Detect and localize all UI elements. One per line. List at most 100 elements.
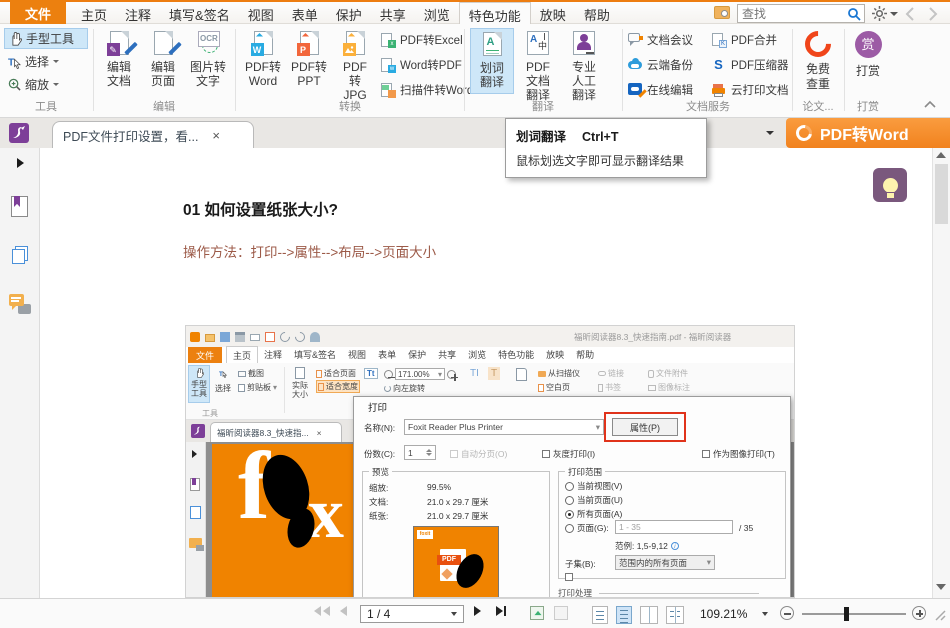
pdf-merge-button[interactable]: K PDF合并 [712, 30, 777, 50]
tab-fill-sign[interactable]: 填写&签名 [160, 2, 239, 23]
search-input[interactable] [742, 6, 842, 21]
tab-slideshow[interactable]: 放映 [531, 2, 575, 23]
file-menu-button[interactable]: 文件 [10, 0, 66, 26]
shot-printer-select: Foxit Reader Plus Printer▾ [404, 419, 604, 435]
service-group-label: 文档服务 [626, 98, 790, 114]
tab-browse[interactable]: 浏览 [415, 2, 459, 23]
ocr-label: 图片转文字 [190, 60, 226, 88]
comments-panel-icon[interactable] [9, 294, 31, 314]
foxit-logo-icon[interactable] [9, 123, 29, 143]
shot-preview-group: 预览 缩放: 99.5% 文档: 21.0 x 29.7 厘米 纸张: 21.0… [362, 471, 550, 598]
online-edit-label: 在线编辑 [647, 82, 693, 98]
zoom-level-value[interactable]: 109.21% [700, 607, 747, 621]
vertical-scrollbar[interactable] [932, 148, 950, 598]
pdf-compress-button[interactable]: S PDF压缩器 [712, 55, 789, 75]
shot-radio-current-view: 当前视图(V) [565, 480, 622, 492]
first-page-button[interactable] [314, 606, 330, 616]
doc-translate-icon: A中 [527, 31, 549, 55]
edit-document-button[interactable]: ✎ 编辑文档 [97, 28, 141, 94]
statusbar: 1 / 4 109.21% [0, 598, 950, 628]
thumb-foxit-label: foxit [417, 530, 433, 539]
assistant-lightbulb-button[interactable] [873, 168, 907, 202]
doc-translate-button[interactable]: A中 PDF文档翻译 [516, 28, 560, 94]
zoom-slider-thumb[interactable] [844, 607, 849, 621]
pdf-to-ppt-button[interactable]: P PDF转PPT [287, 28, 331, 94]
tab-share[interactable]: 共享 [371, 2, 415, 23]
nav-back-icon[interactable] [905, 7, 915, 21]
scroll-down-icon[interactable] [936, 584, 946, 590]
tab-comment[interactable]: 注释 [116, 2, 160, 23]
prev-view-button[interactable] [530, 606, 544, 620]
next-view-button[interactable] [554, 606, 568, 620]
shot-pages-icon [190, 506, 201, 519]
word-translate-tooltip: 划词翻译Ctrl+T 鼠标划选文字即可显示翻译结果 [505, 118, 707, 178]
scrollbar-thumb[interactable] [935, 164, 948, 224]
zoom-caret[interactable] [762, 612, 768, 616]
shot-scale-value: 99.5% [427, 482, 451, 492]
online-edit-button[interactable]: 在线编辑 [628, 80, 693, 100]
doc-body-text: 操作方法：打印-->属性-->布局-->页面大小 [183, 241, 436, 261]
cloud-print-button[interactable]: 云打印文档 [712, 80, 789, 100]
tab-special-features[interactable]: 特色功能 [459, 2, 531, 24]
tab-help[interactable]: 帮助 [575, 2, 619, 23]
page-number-box[interactable]: 1 / 4 [360, 605, 464, 623]
tab-protect[interactable]: 保护 [327, 2, 371, 23]
next-page-button[interactable] [474, 606, 481, 616]
continuous-facing-button[interactable] [666, 606, 691, 624]
menubar: 文件 主页 注释 填写&签名 视图 表单 保护 共享 浏览 特色功能 放映 帮助 [0, 0, 950, 24]
tab-list-caret[interactable] [766, 131, 774, 135]
word-to-pdf-button[interactable]: w Word转PDF [381, 55, 462, 75]
last-page-button[interactable] [496, 606, 506, 616]
continuous-page-button[interactable] [616, 606, 639, 624]
search-icon[interactable] [847, 7, 861, 21]
cloud-backup-button[interactable]: 云端备份 [628, 55, 693, 75]
shot-quick-access-toolbar: 福昕阅读器8.3_快速指南.pdf - 福昕阅读器 [186, 326, 794, 347]
pdf-to-jpg-button[interactable]: PDF转JPG [333, 28, 377, 94]
tab-home[interactable]: 主页 [72, 2, 116, 23]
zoom-tool-button[interactable]: 缩放 [4, 74, 88, 95]
scan-to-word-button[interactable]: 扫描件转Word [381, 80, 473, 100]
zoom-out-button[interactable] [780, 606, 794, 620]
document-tabbar: PDF文件打印设置，看... × PDF转Word [0, 118, 950, 148]
zoom-in-button[interactable] [912, 606, 926, 620]
tab-view[interactable]: 视图 [239, 2, 283, 23]
single-page-button[interactable] [592, 606, 615, 624]
shot-radio-current-page: 当前页面(U) [565, 494, 623, 506]
pdf-to-excel-button[interactable]: x PDF转Excel [381, 30, 463, 50]
shot-open-icon [205, 334, 215, 342]
hand-tool-button[interactable]: 手型工具 [4, 28, 88, 49]
select-tool-button[interactable]: T 选择 [4, 51, 88, 72]
shot-print-range-legend: 打印范围 [565, 466, 605, 478]
document-tab[interactable]: PDF文件打印设置，看... × [52, 121, 254, 148]
prev-page-button[interactable] [340, 606, 347, 616]
doc-meeting-button[interactable]: 文档会议 [628, 30, 693, 50]
gear-dropdown-caret[interactable] [890, 12, 898, 16]
pdf-to-word-button[interactable]: W PDF转Word [241, 28, 285, 94]
gear-icon[interactable] [872, 6, 887, 21]
lightbulb-icon [883, 178, 898, 193]
facing-page-button[interactable] [640, 606, 665, 624]
shot-logo-letter-x: x [308, 472, 344, 555]
close-tab-icon[interactable]: × [212, 128, 220, 143]
edit-page-button[interactable]: 编辑页面 [141, 28, 185, 94]
pdf-to-word-badge[interactable]: PDF转Word [786, 118, 950, 148]
pages-panel-icon[interactable] [11, 246, 29, 266]
folder-search-icon[interactable] [714, 6, 730, 19]
expand-sidebar-icon[interactable] [17, 158, 24, 168]
nav-forward-icon[interactable] [928, 7, 938, 21]
word-translate-button[interactable]: A 划词翻译 [470, 28, 514, 94]
tab-form[interactable]: 表单 [283, 2, 327, 23]
collapse-ribbon-icon[interactable] [924, 100, 936, 108]
bookmarks-panel-icon[interactable] [11, 196, 28, 217]
human-translate-button[interactable]: 专业人工翻译 [562, 28, 606, 94]
reward-button[interactable]: 赏 打赏 [846, 28, 890, 94]
convert-group-label: 转换 [239, 98, 461, 114]
shot-doc-size-label: 文档: [369, 496, 388, 508]
shot-grayscale-checkbox: 灰度打印(I) [542, 448, 595, 460]
scroll-up-icon[interactable] [936, 152, 946, 158]
zoom-slider-track[interactable] [802, 613, 906, 615]
shot-attachment: 文件附件 [648, 368, 688, 379]
shot-radio-pages: 页面(G): [565, 522, 609, 534]
ocr-button[interactable]: OCR 图片转文字 [185, 28, 231, 94]
word-to-pdf-icon: w [381, 58, 396, 73]
